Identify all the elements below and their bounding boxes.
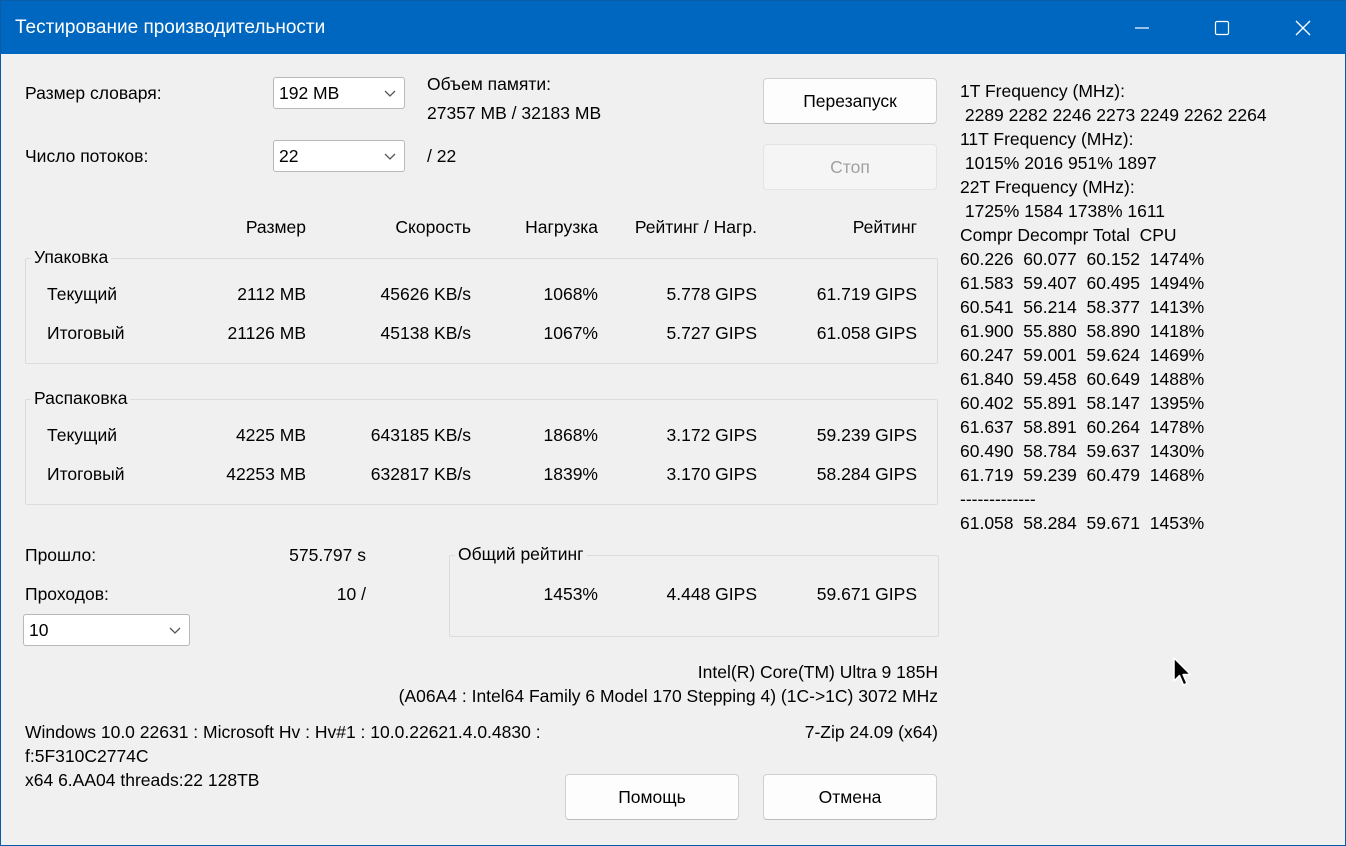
log-line: 1T Frequency (MHz):	[960, 81, 1125, 101]
close-icon	[1295, 20, 1311, 36]
benchmark-window: Тестирование производительности Размер с…	[0, 0, 1346, 846]
log-line: 60.247 59.001 59.624 1469%	[960, 345, 1205, 365]
log-line: 11T Frequency (MHz):	[960, 129, 1134, 149]
log-line: 61.637 58.891 60.264 1478%	[960, 417, 1205, 437]
unpacking-current-label: Текущий	[47, 425, 117, 445]
system-info-line1: Windows 10.0 22631 : Microsoft Hv : Hv#1…	[25, 722, 541, 742]
log-line: 60.541 56.214 58.377 1413%	[960, 297, 1205, 317]
maximize-button[interactable]	[1182, 1, 1262, 54]
unpacking-current-speed: 643185 KB/s	[370, 425, 471, 445]
threads-select[interactable]: 22	[273, 140, 405, 172]
header-rating: Рейтинг	[852, 217, 917, 237]
window-title: Тестирование производительности	[15, 17, 326, 38]
cancel-label: Отмена	[818, 787, 882, 807]
header-load: Нагрузка	[525, 217, 598, 237]
unpacking-current-size: 4225 MB	[235, 425, 306, 445]
packing-title: Упаковка	[31, 247, 112, 268]
overall-rating-load: 4.448 GIPS	[666, 584, 757, 604]
chevron-down-icon	[384, 153, 396, 160]
log-line: 22T Frequency (MHz):	[960, 177, 1135, 197]
packing-current-size: 2112 MB	[237, 284, 306, 304]
packing-total-label: Итоговый	[47, 323, 125, 343]
close-button[interactable]	[1263, 1, 1343, 54]
mouse-cursor-icon	[1173, 657, 1192, 686]
overall-rating-title: Общий рейтинг	[455, 544, 587, 565]
system-info-line2: f:5F310C2774C	[25, 746, 149, 766]
minimize-icon	[1135, 27, 1149, 29]
overall-load: 1453%	[543, 584, 599, 604]
unpacking-current-rating: 59.239 GIPS	[816, 425, 917, 445]
packing-total-load: 1067%	[543, 323, 599, 343]
chevron-down-icon	[169, 627, 181, 634]
packing-current-speed: 45626 KB/s	[380, 284, 471, 304]
unpacking-total-label: Итоговый	[47, 464, 125, 484]
cpu-name: Intel(R) Core(TM) Ultra 9 185H	[697, 662, 938, 682]
cancel-button[interactable]: Отмена	[763, 774, 937, 820]
log-line: 60.226 60.077 60.152 1474%	[960, 249, 1205, 269]
unpacking-group	[25, 399, 938, 505]
packing-total-rating-load: 5.727 GIPS	[666, 323, 757, 343]
elapsed-label: Прошло:	[25, 545, 97, 565]
log-line: 1015% 2016 951% 1897	[960, 153, 1157, 173]
threads-label: Число потоков:	[25, 146, 149, 166]
help-label: Помощь	[618, 787, 686, 807]
header-speed: Скорость	[395, 217, 471, 237]
log-line: Compr Decompr Total CPU	[960, 225, 1177, 245]
overall-rating-value: 59.671 GIPS	[816, 584, 917, 604]
log-line: 2289 2282 2246 2273 2249 2262 2264	[960, 105, 1267, 125]
log-line: 1725% 1584 1738% 1611	[960, 201, 1165, 221]
unpacking-title: Распаковка	[31, 388, 131, 409]
log-line: 61.840 59.458 60.649 1488%	[960, 369, 1205, 389]
memory-value: 27357 MB / 32183 MB	[427, 103, 602, 123]
header-rating-load: Рейтинг / Нагр.	[634, 217, 757, 237]
log-line: 61.058 58.284 59.671 1453%	[960, 513, 1205, 533]
log-line: 61.719 59.239 60.479 1468%	[960, 465, 1205, 485]
memory-label: Объем памяти:	[427, 74, 551, 94]
unpacking-total-rating-load: 3.170 GIPS	[666, 464, 757, 484]
unpacking-current-load: 1868%	[543, 425, 599, 445]
passes-label: Проходов:	[25, 584, 109, 604]
threads-max: / 22	[427, 146, 457, 166]
packing-group	[25, 258, 938, 364]
packing-current-rating-load: 5.778 GIPS	[666, 284, 757, 304]
stop-button[interactable]: Стоп	[763, 144, 937, 190]
unpacking-total-load: 1839%	[543, 464, 599, 484]
dictionary-size-select[interactable]: 192 MB	[273, 77, 405, 109]
threads-value: 22	[279, 146, 299, 166]
packing-total-size: 21126 MB	[227, 323, 306, 343]
system-info-line3: x64 6.AA04 threads:22 128TB	[25, 770, 260, 790]
header-size: Размер	[245, 217, 306, 237]
log-line: -------------	[960, 489, 1036, 509]
packing-total-rating: 61.058 GIPS	[816, 323, 917, 343]
dictionary-size-label: Размер словаря:	[25, 83, 162, 103]
passes-select-value: 10	[29, 620, 49, 640]
restart-label: Перезапуск	[803, 91, 897, 111]
unpacking-current-rating-load: 3.172 GIPS	[666, 425, 757, 445]
maximize-icon	[1214, 20, 1230, 36]
log-line: 60.402 55.891 58.147 1395%	[960, 393, 1205, 413]
dictionary-size-value: 192 MB	[279, 83, 340, 103]
log-line: 61.900 55.880 58.890 1418%	[960, 321, 1205, 341]
log-line: 60.490 58.784 59.637 1430%	[960, 441, 1205, 461]
unpacking-total-rating: 58.284 GIPS	[816, 464, 917, 484]
minimize-button[interactable]	[1102, 1, 1182, 54]
packing-current-label: Текущий	[47, 284, 117, 304]
packing-current-load: 1068%	[543, 284, 599, 304]
cpu-details: (A06A4 : Intel64 Family 6 Model 170 Step…	[398, 686, 938, 706]
passes-select[interactable]: 10	[23, 614, 190, 646]
log-line: 61.583 59.407 60.495 1494%	[960, 273, 1205, 293]
title-bar[interactable]: Тестирование производительности	[1, 1, 1346, 54]
stop-label: Стоп	[830, 157, 870, 177]
elapsed-value: 575.797 s	[289, 545, 366, 565]
packing-current-rating: 61.719 GIPS	[816, 284, 917, 304]
unpacking-total-size: 42253 MB	[226, 464, 306, 484]
help-button[interactable]: Помощь	[565, 774, 739, 820]
app-version: 7-Zip 24.09 (x64)	[804, 722, 938, 742]
chevron-down-icon	[384, 90, 396, 97]
passes-value: 10 /	[336, 584, 366, 604]
frequency-log: 1T Frequency (MHz): 2289 2282 2246 2273 …	[960, 79, 1267, 535]
unpacking-total-speed: 632817 KB/s	[370, 464, 471, 484]
restart-button[interactable]: Перезапуск	[763, 78, 937, 124]
packing-total-speed: 45138 KB/s	[380, 323, 471, 343]
